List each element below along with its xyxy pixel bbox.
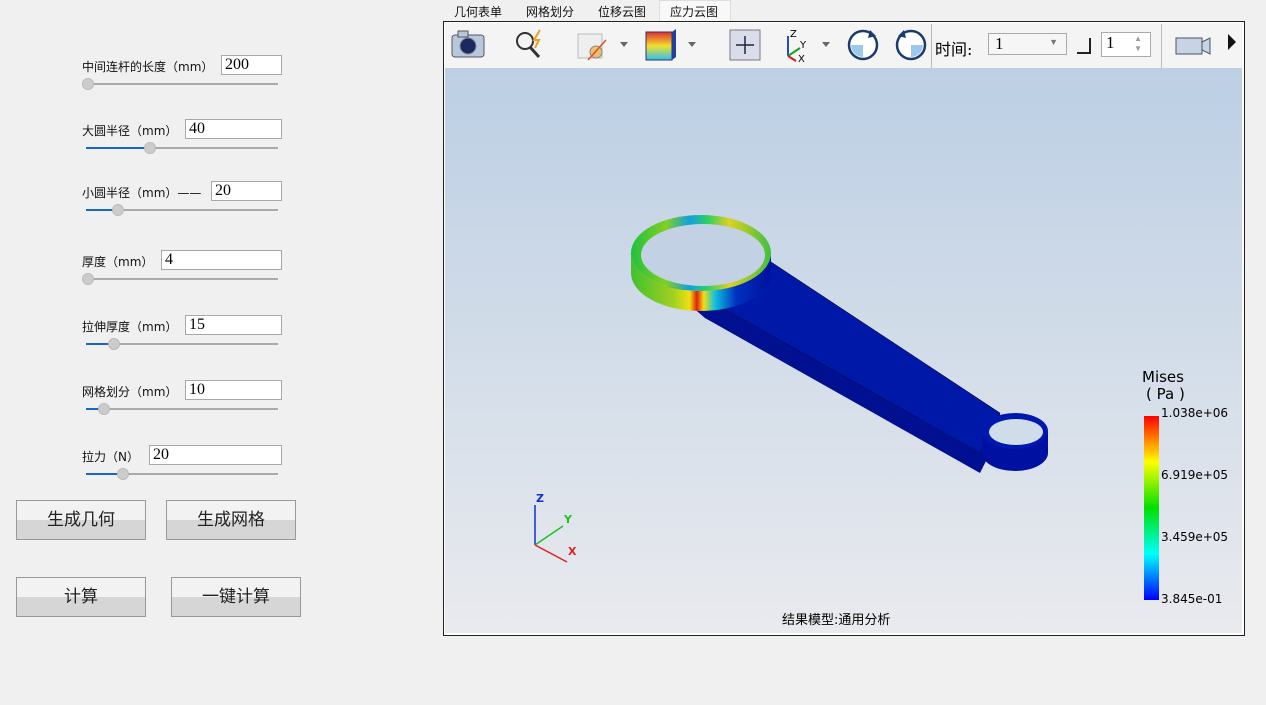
param-input[interactable]: 40 [185, 119, 282, 139]
fit-view-icon[interactable] [728, 28, 764, 62]
param-input[interactable]: 200 [221, 55, 282, 75]
axis-x-label: X [568, 545, 577, 558]
svg-text:Y: Y [799, 40, 807, 51]
param-slider[interactable] [86, 403, 278, 415]
tab-stress[interactable]: 应力云图 [670, 3, 718, 20]
param-input[interactable]: 4 [161, 250, 282, 270]
chevron-down-icon: ▼ [1049, 37, 1058, 47]
tab-displacement[interactable]: 位移云图 [598, 3, 646, 20]
rotate-clockwise-icon[interactable] [846, 28, 880, 62]
param-input[interactable]: 20 [211, 181, 282, 201]
svg-text:Z: Z [790, 29, 797, 40]
param-slider[interactable] [82, 273, 278, 285]
param-label: 网格划分（mm） [82, 385, 178, 399]
param-slider[interactable] [86, 468, 278, 480]
param-label: 拉力（N） [82, 450, 139, 464]
compute-button[interactable]: 计算 [16, 577, 146, 617]
small-ring-hole [989, 419, 1043, 445]
big-ring-hole [641, 224, 765, 286]
stress-contour-model[interactable]: Z Y X [445, 68, 1242, 633]
slider-thumb[interactable] [144, 142, 157, 154]
param-slider[interactable] [86, 142, 278, 154]
param-input[interactable]: 10 [185, 380, 282, 400]
tab-mesh[interactable]: 网格划分 [526, 3, 574, 20]
color-cube-icon[interactable] [644, 28, 700, 62]
display-mode-icon[interactable] [576, 28, 632, 62]
tab-geometry[interactable]: 几何表单 [454, 3, 502, 20]
video-camera-icon[interactable] [1174, 28, 1242, 62]
param-label: 中间连杆的长度（mm） [82, 60, 214, 74]
step-spinbox[interactable]: 1 ▲ ▼ [1101, 32, 1151, 57]
param-input[interactable]: 15 [185, 315, 282, 335]
slider-thumb[interactable] [82, 78, 94, 90]
slider-thumb[interactable] [82, 273, 94, 285]
query-magnifier-icon[interactable] [512, 28, 548, 60]
slider-thumb[interactable] [117, 468, 130, 480]
step-checkbox[interactable] [1077, 38, 1091, 54]
legend-tick: 3.845e-01 [1161, 592, 1223, 606]
axis-orientation-icon[interactable]: ZYX [780, 28, 836, 62]
legend-tick: 1.038e+06 [1161, 406, 1229, 420]
legend-unit: ( Pa ) [1146, 385, 1185, 403]
generate-mesh-button[interactable]: 生成网格 [166, 500, 296, 540]
legend-title: Mises [1142, 368, 1184, 386]
axis-z-label: Z [536, 492, 544, 505]
slider-thumb[interactable] [98, 403, 111, 415]
step-value: 1 [1106, 33, 1115, 52]
one-click-compute-button[interactable]: 一键计算 [171, 577, 301, 617]
time-label: 时间: [935, 40, 973, 59]
param-slider[interactable] [82, 78, 278, 90]
param-label: 大圆半径（mm） [82, 124, 178, 138]
time-select-value: 1 [995, 34, 1004, 53]
generate-geometry-button[interactable]: 生成几何 [16, 500, 146, 540]
param-label: 小圆半径（mm）—— [82, 186, 202, 200]
param-input[interactable]: 20 [149, 445, 282, 465]
time-select[interactable]: 1 ▼ [988, 33, 1067, 55]
param-label: 拉伸厚度（mm） [82, 320, 178, 334]
slider-thumb[interactable] [107, 338, 120, 350]
legend-colorbar [1144, 416, 1159, 600]
svg-text:X: X [798, 54, 805, 62]
screenshot-camera-icon[interactable] [450, 28, 486, 60]
spin-arrows-icon[interactable]: ▲ ▼ [1134, 34, 1142, 54]
legend-tick: 3.459e+05 [1161, 530, 1229, 544]
axis-triad: Z Y X [534, 492, 577, 563]
param-label: 厚度（mm） [82, 255, 154, 269]
toolbar-divider [931, 24, 932, 68]
slider-thumb[interactable] [111, 204, 124, 216]
slider-fill [86, 147, 150, 149]
toolbar-divider [1161, 24, 1162, 68]
param-slider[interactable] [86, 338, 278, 350]
legend-tick: 6.919e+05 [1161, 468, 1229, 482]
axis-y-label: Y [563, 513, 573, 526]
result-model-status: 结果模型:通用分析 [782, 613, 891, 628]
rotate-counterclockwise-icon[interactable] [894, 28, 928, 62]
param-slider[interactable] [86, 204, 278, 216]
